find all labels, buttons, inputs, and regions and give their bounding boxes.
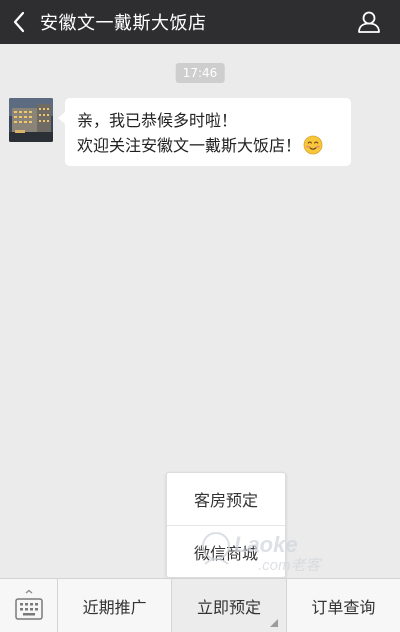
- smiling-face-emoji: [303, 135, 323, 155]
- bottom-menu-bar: 近期推广 立即预定 订单查询: [0, 578, 400, 632]
- chevron-left-icon: [13, 11, 25, 33]
- menu-order-query-label: 订单查询: [311, 598, 376, 617]
- watermark-domain-text: .com老客: [258, 557, 323, 574]
- menu-book-now-label: 立即预定: [196, 598, 261, 617]
- submenu-item-room-booking[interactable]: 客房预定: [167, 473, 285, 525]
- laoke-watermark: Laoke .com老客: [196, 524, 356, 580]
- hotel-avatar[interactable]: [9, 98, 53, 142]
- keyboard-icon: [14, 589, 43, 620]
- person-icon: [358, 11, 380, 33]
- back-button[interactable]: [0, 0, 38, 44]
- laoke-logo-image: Laoke .com老客: [202, 532, 323, 574]
- message-line-2-text: 欢迎关注安徽文一戴斯大饭店！: [77, 136, 302, 155]
- watermark-brand-text: Laoke: [234, 532, 298, 557]
- profile-button[interactable]: [356, 9, 382, 35]
- menu-recent-promotions-label: 近期推广: [82, 598, 147, 617]
- hotel-building-image: [9, 98, 53, 142]
- top-bar: 安徽文一戴斯大饭店: [0, 0, 400, 44]
- message-timestamp: 17:46: [175, 63, 225, 83]
- submenu-indicator-icon: [269, 619, 278, 627]
- chat-title: 安徽文一戴斯大饭店: [40, 13, 207, 34]
- keyboard-toggle-button[interactable]: [0, 579, 58, 632]
- menu-recent-promotions[interactable]: 近期推广: [58, 579, 171, 632]
- menu-book-now[interactable]: 立即预定: [171, 579, 286, 632]
- message-bubble[interactable]: 亲，我已恭候多时啦！ 欢迎关注安徽文一戴斯大饭店！: [58, 98, 351, 166]
- menu-order-query[interactable]: 订单查询: [285, 579, 400, 632]
- message-line-2: 欢迎关注安徽文一戴斯大饭店！: [77, 133, 339, 158]
- message-line-1: 亲，我已恭候多时啦！: [77, 111, 238, 130]
